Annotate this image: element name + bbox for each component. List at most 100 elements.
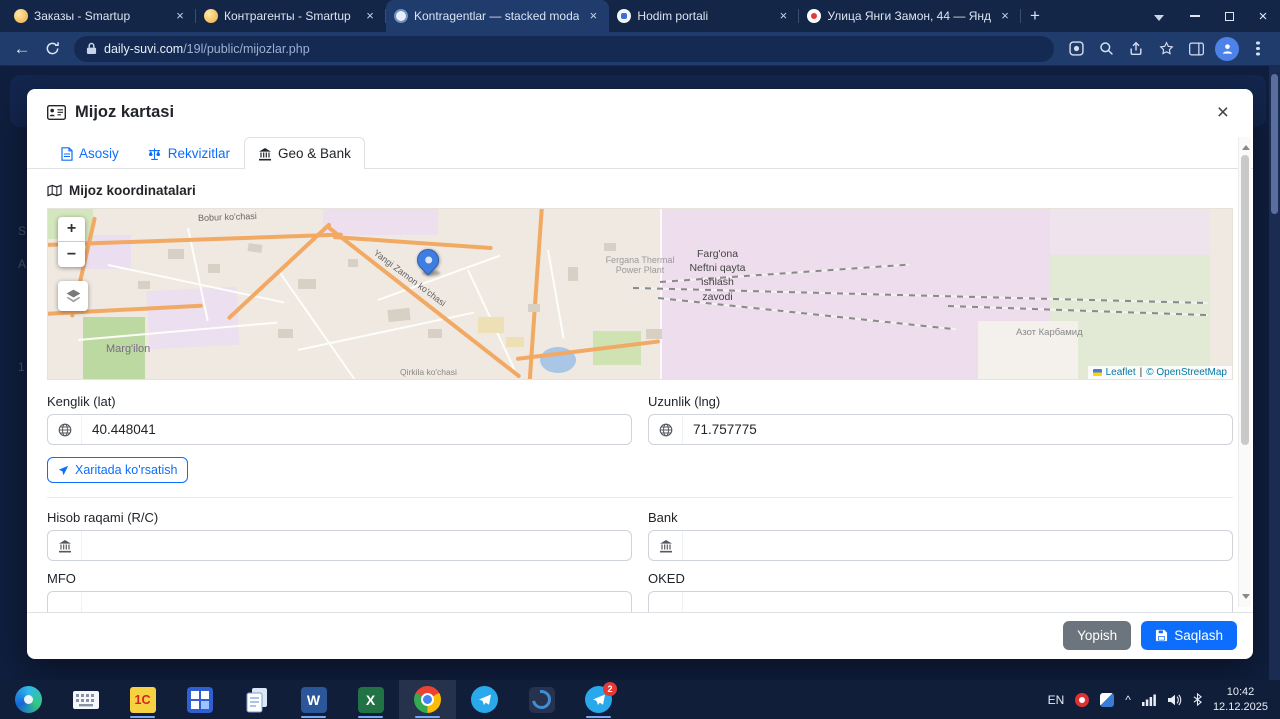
modal-close-icon[interactable]: × — [1213, 102, 1233, 123]
map-attribution: Leaflet | © OpenStreetMap — [1087, 366, 1232, 379]
oked-label: OKED — [648, 571, 685, 586]
tab-asosiy[interactable]: Asosiy — [47, 137, 133, 169]
volume-icon[interactable] — [1167, 694, 1182, 706]
browser-tab-kontragentlar-active[interactable]: Kontragentlar — stacked moda × — [386, 0, 610, 32]
reload-button[interactable] — [38, 35, 66, 63]
mfo-input[interactable] — [82, 599, 631, 612]
account-input[interactable] — [82, 538, 631, 553]
tab-label: Rekvizitlar — [167, 146, 231, 161]
browser-tabstrip: Заказы - Smartup × Контрагенты - Smartup… — [0, 0, 1280, 32]
telegram-icon — [471, 686, 498, 713]
section-title: Mijoz koordinatalari — [47, 183, 1233, 198]
page-scrollbar[interactable] — [1269, 66, 1280, 680]
map-label: Qirkila ko'chasi — [400, 367, 457, 377]
mijoz-kartasi-modal: Mijoz kartasi × Asosiy Rekvizitlar Geo &… — [27, 89, 1253, 659]
browser-tab-yandex[interactable]: Улица Янги Замон, 44 — Янд × — [799, 0, 1021, 32]
taskbar-app-telegram-2[interactable]: 2 — [570, 680, 627, 719]
browser-tab-hodim[interactable]: Hodim portali × — [609, 0, 800, 32]
bluetooth-icon[interactable] — [1193, 693, 1202, 706]
new-tab-button[interactable]: + — [1021, 2, 1049, 30]
clock-date: 12.12.2025 — [1212, 700, 1268, 713]
profile-avatar[interactable] — [1215, 36, 1239, 61]
yopish-button[interactable]: Yopish — [1063, 621, 1132, 650]
map-label: Азот Карбамид — [1016, 327, 1083, 338]
taskbar-app-files[interactable] — [228, 680, 285, 719]
save-floppy-icon — [1155, 629, 1168, 642]
tab-close-icon[interactable]: × — [775, 8, 791, 24]
browser-tab-kontragenty[interactable]: Контрагенты - Smartup × — [196, 0, 386, 32]
clock[interactable]: 10:42 12.12.2025 — [1213, 685, 1268, 714]
unread-badge: 2 — [603, 682, 617, 696]
lng-input[interactable] — [683, 422, 1232, 437]
start-button[interactable] — [0, 680, 57, 719]
tab-title: Kontragentlar — stacked moda — [414, 9, 580, 23]
share-icon[interactable] — [1122, 35, 1150, 63]
back-button[interactable]: ← — [8, 35, 36, 63]
tab-rekvizitlar[interactable]: Rekvizitlar — [133, 137, 244, 169]
taskbar-app-excel[interactable]: X — [342, 680, 399, 719]
show-on-map-button[interactable]: Xaritada ko'rsatish — [47, 457, 189, 483]
language-indicator[interactable]: EN — [1048, 693, 1065, 707]
scroll-up-arrow[interactable] — [1241, 141, 1250, 150]
openstreetmap-link[interactable]: © OpenStreetMap — [1146, 367, 1227, 378]
tray-record-icon[interactable] — [1075, 692, 1090, 707]
address-bar[interactable]: daily-suvi.com/19l/public/mijozlar.php — [74, 35, 1054, 62]
modal-scrollbar[interactable] — [1238, 137, 1251, 607]
show-on-map-label: Xaritada ko'rsatish — [75, 463, 178, 477]
menu-kebab-icon[interactable] — [1244, 35, 1272, 63]
attribution-separator: | — [1139, 367, 1143, 378]
tab-geo-bank[interactable]: Geo & Bank — [244, 137, 365, 170]
tab-search-chevron-icon[interactable] — [1154, 14, 1164, 26]
modal-tab-bar: Asosiy Rekvizitlar Geo & Bank — [27, 137, 1253, 170]
window-minimize-button[interactable] — [1178, 0, 1212, 32]
bookmark-star-icon[interactable] — [1152, 35, 1180, 63]
taskbar-app-1c[interactable]: 1С — [114, 680, 171, 719]
side-panel-icon[interactable] — [1182, 35, 1210, 63]
section-title-text: Mijoz koordinatalari — [69, 183, 196, 198]
lens-icon[interactable] — [1062, 35, 1090, 63]
map-label: Marg'ilon — [106, 343, 151, 355]
leaflet-flag-icon — [1092, 369, 1102, 376]
leaflet-link[interactable]: Leaflet — [1106, 367, 1136, 378]
send-icon — [58, 465, 69, 476]
smartup-favicon — [14, 9, 28, 23]
tab-close-icon[interactable]: × — [172, 8, 188, 24]
telegram-icon: 2 — [585, 682, 617, 713]
oked-input[interactable] — [683, 599, 1232, 612]
search-icon[interactable] — [1092, 35, 1120, 63]
scrollbar-thumb[interactable] — [1241, 155, 1249, 445]
tray-app-icon[interactable] — [1100, 692, 1115, 707]
bank-icon — [649, 592, 683, 612]
taskbar-app-dark[interactable] — [513, 680, 570, 719]
taskbar-app-chrome[interactable] — [399, 680, 456, 719]
taskbar-app-telegram[interactable] — [456, 680, 513, 719]
map-layers-control[interactable] — [58, 281, 88, 311]
scales-icon — [147, 147, 162, 161]
lock-icon — [86, 42, 97, 55]
tab-close-icon[interactable]: × — [997, 8, 1013, 24]
taskbar-app-word[interactable]: W — [285, 680, 342, 719]
screen: Заказы - Smartup × Контрагенты - Smartup… — [0, 0, 1280, 719]
tab-close-icon[interactable]: × — [585, 8, 601, 24]
scroll-down-arrow[interactable] — [1241, 594, 1250, 603]
bank-label: Bank — [648, 510, 678, 525]
tab-title: Заказы - Smartup — [34, 9, 131, 23]
zoom-out-button[interactable]: − — [58, 242, 85, 267]
hidden-icons-chevron[interactable]: ^ — [1125, 693, 1131, 707]
network-icon[interactable] — [1141, 694, 1156, 706]
1c-icon: 1С — [129, 686, 156, 713]
taskbar-app-grid[interactable] — [171, 680, 228, 719]
bank-input[interactable] — [683, 538, 1232, 553]
window-close-button[interactable]: × — [1246, 0, 1280, 32]
page-scrollbar-thumb[interactable] — [1271, 74, 1278, 214]
tab-close-icon[interactable]: × — [362, 8, 378, 24]
lat-input[interactable] — [82, 422, 631, 437]
taskbar: 1С W X 2 EN ^ 10:42 12.12.2025 — [0, 680, 1280, 719]
window-maximize-button[interactable] — [1212, 0, 1246, 32]
tab-label: Geo & Bank — [278, 146, 351, 161]
saqlash-button[interactable]: Saqlash — [1141, 621, 1237, 650]
zoom-in-button[interactable]: + — [58, 217, 85, 242]
browser-tab-zakazy[interactable]: Заказы - Smartup × — [6, 0, 196, 32]
taskbar-app-keyboard[interactable] — [57, 680, 114, 719]
leaflet-map[interactable]: Bobur ko'chasi Marg'ilon Yangi Zamon ko'… — [47, 208, 1233, 380]
